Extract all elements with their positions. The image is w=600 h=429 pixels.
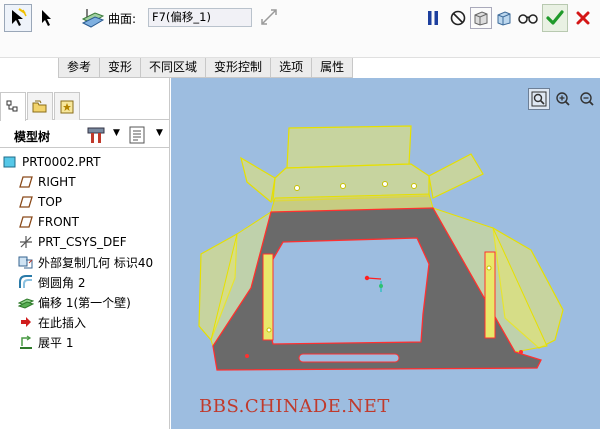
tree-item-flatten[interactable]: 展平 1 bbox=[0, 332, 170, 352]
chevron-down-icon[interactable]: ▼ bbox=[113, 128, 120, 138]
tree-settings-icon[interactable] bbox=[128, 125, 148, 145]
datum-plane-icon bbox=[18, 214, 34, 230]
right-upper-tab bbox=[428, 153, 484, 199]
copy-geometry-icon bbox=[18, 254, 34, 270]
watermark-text: BBS.CHINADE.NET bbox=[199, 396, 390, 417]
dashboard-tabs: 参考 变形 不同区域 变形控制 选项 属性 bbox=[58, 58, 354, 78]
part-icon bbox=[2, 154, 18, 170]
tab-properties[interactable]: 属性 bbox=[311, 58, 354, 78]
checkmark-icon[interactable] bbox=[542, 4, 568, 32]
tree-item-label: TOP bbox=[38, 195, 63, 209]
csys-z-axis bbox=[379, 284, 383, 288]
preview-solid-icon[interactable] bbox=[493, 7, 515, 29]
bottom-slot bbox=[298, 353, 400, 363]
datum-plane-icon bbox=[18, 194, 34, 210]
tree-item-csys[interactable]: PRT_CSYS_DEF bbox=[0, 232, 170, 252]
tab-distinct-area[interactable]: 不同区域 bbox=[140, 58, 207, 78]
hole bbox=[411, 183, 417, 189]
tree-item-label: 在此插入 bbox=[38, 315, 87, 330]
tree-item-label: 外部复制几何 标识40 bbox=[38, 255, 154, 270]
arrow-select-active-icon[interactable] bbox=[4, 4, 32, 32]
tree-item-label: PRT0002.PRT bbox=[22, 155, 101, 169]
surface-reference-icon[interactable] bbox=[80, 6, 106, 30]
round-icon bbox=[18, 274, 34, 290]
tree-item-label: 偏移 1(第一个壁) bbox=[38, 295, 131, 310]
sheetmetal-model[interactable] bbox=[171, 78, 600, 429]
tree-item-round[interactable]: 倒圆角 2 bbox=[0, 272, 170, 292]
tab-deform[interactable]: 变形 bbox=[99, 58, 142, 78]
reference-collector[interactable]: F7(偏移_1) bbox=[148, 8, 252, 27]
feature-dashboard: 曲面: F7(偏移_1) bbox=[0, 0, 600, 58]
tree-item-label: RIGHT bbox=[38, 175, 76, 189]
tree-item-label: FRONT bbox=[38, 215, 79, 229]
left-slot bbox=[262, 253, 274, 341]
arrow-select-icon[interactable] bbox=[36, 4, 58, 32]
csys-origin bbox=[364, 275, 370, 281]
model-tree-header: 模型树 ▼ ▼ bbox=[0, 122, 170, 148]
tree-item-label: 倒圆角 2 bbox=[38, 275, 86, 290]
hole bbox=[294, 185, 300, 191]
model-tree: PRT0002.PRT RIGHT TOP FRONT PRT_CSYS_DEF bbox=[0, 152, 170, 352]
preview-icon[interactable] bbox=[470, 7, 492, 29]
tree-item-top[interactable]: TOP bbox=[0, 192, 170, 212]
csys-icon bbox=[18, 234, 34, 250]
tree-item-offset-wall[interactable]: 偏移 1(第一个壁) bbox=[0, 292, 170, 312]
left-upper-tab bbox=[240, 156, 276, 204]
navigator-panel: 模型树 ▼ ▼ PRT0002.PRT RIGHT TOP FRONT PRT_… bbox=[0, 78, 170, 429]
offset-wall-icon bbox=[18, 294, 34, 310]
hole bbox=[245, 354, 249, 358]
tree-item-insert-here[interactable]: 在此插入 bbox=[0, 312, 170, 332]
glasses-icon[interactable] bbox=[516, 7, 540, 29]
tab-references[interactable]: 参考 bbox=[58, 58, 101, 78]
navigator-tabs bbox=[0, 90, 170, 121]
favorites-tab-icon[interactable] bbox=[54, 92, 80, 120]
model-tree-title: 模型树 bbox=[14, 130, 51, 144]
graphics-viewport[interactable]: BBS.CHINADE.NET bbox=[171, 78, 600, 429]
tree-item-front[interactable]: FRONT bbox=[0, 212, 170, 232]
no-preview-icon[interactable] bbox=[448, 8, 468, 28]
tree-item-label: PRT_CSYS_DEF bbox=[38, 235, 127, 249]
window-cutout bbox=[266, 237, 430, 345]
pause-icon[interactable] bbox=[424, 8, 442, 28]
x-icon[interactable] bbox=[572, 6, 594, 30]
reference-label: 曲面: bbox=[108, 12, 137, 26]
model-tree-tab-icon[interactable] bbox=[0, 92, 26, 121]
folder-browser-tab-icon[interactable] bbox=[27, 92, 53, 120]
tree-tools-icon[interactable] bbox=[86, 125, 106, 145]
flatten-icon bbox=[18, 334, 34, 350]
hole bbox=[519, 350, 523, 354]
hole bbox=[340, 183, 346, 189]
hole bbox=[486, 265, 492, 271]
hole bbox=[382, 181, 388, 187]
tree-item-label: 展平 1 bbox=[38, 335, 74, 350]
datum-plane-icon bbox=[18, 174, 34, 190]
hole bbox=[266, 327, 272, 333]
tree-item-copy-geometry[interactable]: 外部复制几何 标识40 bbox=[0, 252, 170, 272]
tree-item-right[interactable]: RIGHT bbox=[0, 172, 170, 192]
tree-item-part[interactable]: PRT0002.PRT bbox=[0, 152, 170, 172]
back-wall bbox=[286, 125, 412, 169]
right-slot bbox=[484, 251, 496, 339]
flip-direction-icon[interactable] bbox=[258, 6, 280, 28]
tab-deform-control[interactable]: 变形控制 bbox=[205, 58, 272, 78]
insert-here-arrow-icon bbox=[18, 314, 34, 330]
tab-options[interactable]: 选项 bbox=[270, 58, 313, 78]
chevron-down-icon[interactable]: ▼ bbox=[156, 128, 163, 138]
